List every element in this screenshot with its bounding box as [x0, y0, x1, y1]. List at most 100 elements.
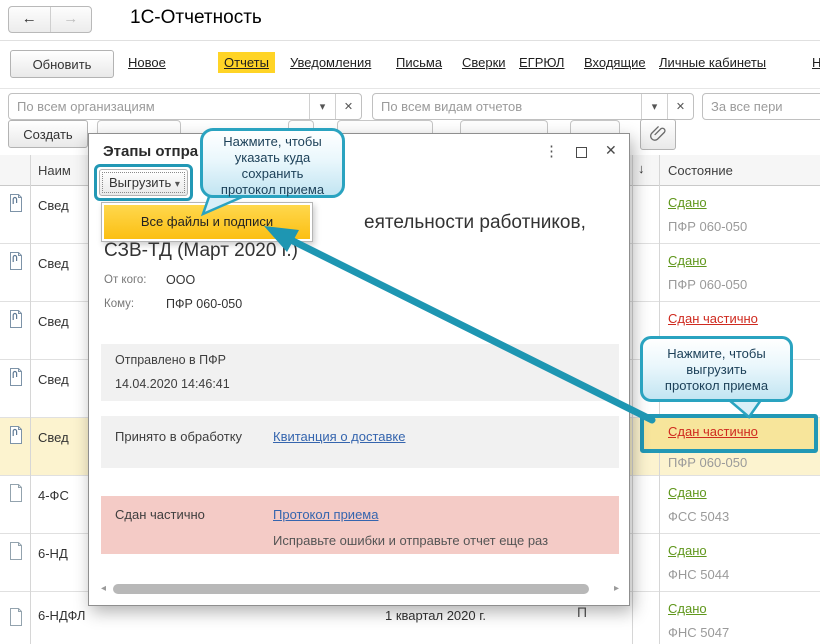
tab-vkhodyashchie[interactable]: Входящие — [584, 55, 646, 70]
organizations-filter-dropdown-button[interactable]: ▾ — [309, 94, 335, 119]
clear-icon: ✕ — [343, 101, 354, 113]
toolbar-button-partial[interactable] — [97, 120, 181, 133]
report-types-filter[interactable]: По всем видам отчетов ▾ ✕ — [372, 93, 694, 120]
status-dept: ФСС 5043 — [668, 509, 730, 524]
callout-line: Нажмите, чтобы — [667, 346, 766, 361]
attachments-button[interactable] — [640, 119, 676, 150]
table-row-name[interactable]: Свед — [38, 256, 69, 271]
back-icon: ← — [21, 10, 37, 27]
chevron-down-icon: ▾ — [174, 179, 180, 190]
highlighted-status-cell[interactable]: Сдан частично — [640, 414, 818, 453]
forward-button[interactable]: → — [51, 7, 92, 32]
document-icon — [10, 484, 22, 502]
organizations-filter-clear-button[interactable]: ✕ — [335, 94, 361, 119]
callout-line: указать куда — [234, 150, 311, 165]
history-nav-group: ← → — [8, 6, 92, 33]
chevron-down-icon: ▾ — [651, 101, 658, 113]
organizations-filter[interactable]: По всем организациям ▾ ✕ — [8, 93, 362, 120]
document-icon — [10, 608, 22, 626]
report-types-filter-clear-button[interactable]: ✕ — [667, 94, 693, 119]
dialog-maximize-button[interactable] — [576, 147, 587, 158]
status-dept: ПФР 060-050 — [668, 219, 748, 234]
from-value: ООО — [166, 273, 196, 287]
report-types-filter-dropdown-button[interactable]: ▾ — [641, 94, 667, 119]
status-link[interactable]: Сдано — [668, 253, 707, 268]
acceptance-protocol-link[interactable]: Протокол приема — [273, 507, 378, 522]
status-link[interactable]: Сдан частично — [668, 311, 758, 326]
tab-egrul[interactable]: ЕГРЮЛ — [519, 55, 564, 70]
partial-note: Исправьте ошибки и отправьте отчет еще р… — [273, 533, 549, 548]
send-stages-dialog: Этапы отпра ⋮ ✕ Выгрузить ▾ Все файлы и … — [88, 133, 630, 606]
partial-section: Сдан частично Протокол приема Исправьте … — [101, 496, 619, 554]
table-row-name[interactable]: Свед — [38, 430, 69, 445]
menu-item-all-files[interactable]: Все файлы и подписи — [104, 205, 310, 239]
document-attachment-icon — [10, 194, 22, 212]
tab-sverki[interactable]: Сверки — [462, 55, 506, 70]
table-row-name[interactable]: Свед — [38, 198, 69, 213]
tab-partial[interactable]: Н — [812, 55, 820, 70]
table-row-name[interactable]: 6-НДФЛ — [38, 608, 85, 623]
tab-otchety[interactable]: Отчеты — [218, 52, 275, 73]
report-types-filter-placeholder: По всем видам отчетов — [381, 99, 523, 114]
status-link[interactable]: Сдано — [668, 485, 707, 500]
scrollbar-thumb[interactable] — [113, 584, 589, 594]
refresh-button[interactable]: Обновить — [10, 50, 114, 78]
scroll-right-icon[interactable]: ▸ — [614, 583, 619, 594]
document-icon — [10, 542, 22, 560]
document-attachment-icon — [10, 426, 22, 444]
dialog-close-button[interactable]: ✕ — [605, 142, 617, 159]
tab-uvedomleniya[interactable]: Уведомления — [290, 55, 371, 70]
table-row-period[interactable]: 1 квартал 2020 г. — [385, 608, 486, 623]
to-label: Кому: — [104, 298, 135, 310]
table-row-name[interactable]: 4-ФС — [38, 488, 69, 503]
status-link[interactable]: Сдано — [668, 195, 707, 210]
callout-line: протокол приема — [664, 378, 769, 393]
close-icon: ✕ — [605, 142, 617, 158]
table-row-name[interactable]: 6-НД — [38, 546, 68, 561]
partial-label: Сдан частично — [115, 507, 205, 522]
tab-novoe[interactable]: Новое — [128, 55, 166, 70]
tab-lichnye-kabinety[interactable]: Личные кабинеты — [659, 55, 766, 70]
delivery-receipt-link[interactable]: Квитанция о доставке — [273, 429, 405, 444]
sent-section: Отправлено в ПФР 14.04.2020 14:46:41 — [101, 344, 619, 401]
toolbar-button-partial[interactable] — [460, 120, 548, 133]
organizations-filter-placeholder: По всем организациям — [17, 99, 155, 114]
kebab-menu-icon: ⋮ — [544, 143, 559, 160]
sent-datetime: 14.04.2020 14:46:41 — [115, 377, 230, 391]
column-header-state[interactable]: Состояние — [668, 163, 733, 178]
report-title-line2: СЗВ-ТД (Март 2020 г.) — [104, 240, 298, 261]
from-label: От кого: — [104, 274, 147, 286]
chevron-down-icon: ▾ — [319, 101, 326, 113]
dialog-hscrollbar[interactable]: ◂ ▸ — [101, 582, 619, 596]
status-dept: ПФР 060-050 — [668, 277, 748, 292]
sort-descending-icon[interactable]: ↓ — [638, 161, 645, 176]
dialog-more-button[interactable]: ⋮ — [544, 142, 559, 160]
status-link[interactable]: Сдано — [668, 601, 707, 616]
back-button[interactable]: ← — [9, 7, 51, 32]
to-value: ПФР 060-050 — [166, 297, 243, 311]
tab-pisma[interactable]: Письма — [396, 55, 442, 70]
toolbar-button-partial[interactable] — [570, 120, 620, 133]
callout-line: сохранить — [241, 166, 304, 181]
toolbar-button-partial[interactable] — [337, 120, 433, 133]
report-title-line1: еятельности работников, — [364, 212, 586, 233]
save-protocol-callout: Нажмите, чтобы указать куда сохранить пр… — [200, 128, 345, 198]
export-button-label: Выгрузить — [109, 175, 172, 190]
dialog-title: Этапы отпра — [103, 143, 199, 160]
status-dept: ФНС 5044 — [668, 567, 730, 582]
status-link[interactable]: Сдано — [668, 543, 707, 558]
download-protocol-callout: Нажмите, чтобы выгрузить протокол приема — [640, 336, 793, 402]
column-header-name[interactable]: Наим — [38, 163, 71, 178]
export-button[interactable]: Выгрузить ▾ — [99, 169, 188, 196]
accepted-section: Принято в обработку Квитанция о доставке — [101, 416, 619, 468]
scroll-left-icon[interactable]: ◂ — [101, 583, 106, 594]
table-row-name[interactable]: Свед — [38, 372, 69, 387]
create-button[interactable]: Создать — [8, 120, 88, 148]
callout-line: протокол приема — [220, 182, 325, 197]
period-filter[interactable]: За все пери — [702, 93, 820, 120]
table-row-name[interactable]: Свед — [38, 314, 69, 329]
status-link-partial[interactable]: Сдан частично — [668, 424, 758, 439]
page-title: 1С-Отчетность — [130, 7, 262, 28]
document-attachment-icon — [10, 368, 22, 386]
callout-line: выгрузить — [686, 362, 747, 377]
